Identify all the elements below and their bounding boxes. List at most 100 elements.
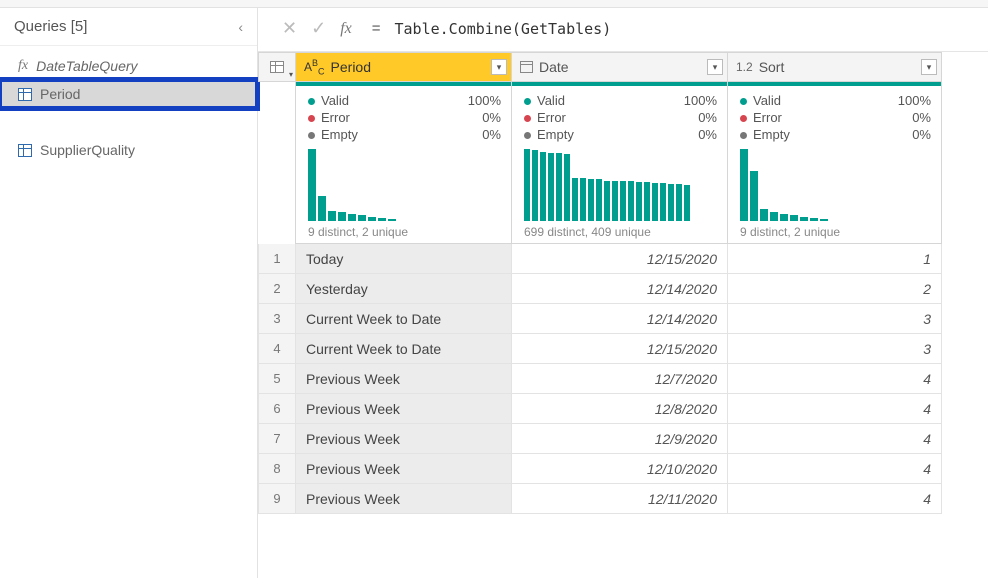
- column-name: Sort: [759, 59, 785, 75]
- cell-period[interactable]: Current Week to Date: [296, 334, 512, 364]
- cell-date[interactable]: 12/9/2020: [512, 424, 728, 454]
- cell-period[interactable]: Previous Week: [296, 484, 512, 514]
- row-number: 9: [258, 484, 296, 514]
- cell-sort[interactable]: 1: [728, 244, 942, 274]
- valid-label: Valid: [321, 93, 349, 108]
- column-profile-period: Valid100% Error0% Empty0% 9 distinct, 2 …: [296, 82, 512, 244]
- collapse-chevron-icon[interactable]: ‹: [238, 19, 243, 35]
- error-pct: 0%: [698, 110, 717, 125]
- cancel-formula-icon[interactable]: ✕: [282, 18, 297, 39]
- empty-label: Empty: [537, 127, 574, 142]
- cell-date[interactable]: 12/7/2020: [512, 364, 728, 394]
- queries-header[interactable]: Queries [5] ‹: [0, 8, 257, 46]
- column-header-sort[interactable]: 1.2 Sort ▾: [728, 52, 942, 82]
- query-list: fx DateTableQuery Period SupplierQuality: [0, 46, 257, 164]
- cell-date[interactable]: 12/11/2020: [512, 484, 728, 514]
- empty-pct: 0%: [482, 127, 501, 142]
- cell-sort[interactable]: 2: [728, 274, 942, 304]
- data-grid: ▾ ABC Period ▾ Date ▾ 1.2 Sort: [258, 52, 988, 514]
- type-date-icon: [520, 61, 533, 73]
- formula-input[interactable]: Table.Combine(GetTables): [395, 20, 612, 38]
- distribution-chart: [308, 149, 501, 221]
- formula-eq: =: [372, 20, 381, 37]
- valid-label: Valid: [753, 93, 781, 108]
- cell-period[interactable]: Current Week to Date: [296, 304, 512, 334]
- query-item-supplierquality[interactable]: SupplierQuality: [0, 136, 257, 164]
- cell-sort[interactable]: 4: [728, 424, 942, 454]
- cell-period[interactable]: Previous Week: [296, 424, 512, 454]
- cell-date[interactable]: 12/15/2020: [512, 244, 728, 274]
- cell-date[interactable]: 12/15/2020: [512, 334, 728, 364]
- table-icon: [18, 88, 32, 101]
- row-number: 2: [258, 274, 296, 304]
- cell-date[interactable]: 12/14/2020: [512, 274, 728, 304]
- formula-bar: ✕ ✓ fx = Table.Combine(GetTables): [258, 8, 988, 52]
- queries-pane: Queries [5] ‹ fx DateTableQuery Period S…: [0, 8, 258, 578]
- query-item-period[interactable]: Period: [0, 80, 257, 108]
- column-name: Period: [331, 59, 371, 75]
- filter-dropdown-icon[interactable]: ▾: [921, 59, 937, 75]
- cell-sort[interactable]: 4: [728, 454, 942, 484]
- distribution-chart: [740, 149, 931, 221]
- row-number: 5: [258, 364, 296, 394]
- cell-date[interactable]: 12/10/2020: [512, 454, 728, 484]
- column-profile-row: Valid 100% Error 0% Empty 0% 9 distinct, 2 …: [258, 82, 988, 244]
- column-profile-date: Valid100% Error0% Empty0% 699 distinct, …: [512, 82, 728, 244]
- valid-pct: 100%: [468, 93, 501, 108]
- table-icon: [270, 61, 284, 73]
- valid-pct: 100%: [684, 93, 717, 108]
- table-row[interactable]: 9Previous Week12/11/20204: [258, 484, 988, 514]
- column-header-date[interactable]: Date ▾: [512, 52, 728, 82]
- column-profile-sort: Valid100% Error0% Empty0% 9 distinct, 2 …: [728, 82, 942, 244]
- editor-pane: ✕ ✓ fx = Table.Combine(GetTables) ▾ ABC …: [258, 8, 988, 578]
- error-label: Error: [753, 110, 782, 125]
- query-label: Period: [40, 86, 80, 102]
- row-index-header[interactable]: ▾: [258, 52, 296, 82]
- ribbon-strip: [0, 0, 988, 8]
- cell-date[interactable]: 12/14/2020: [512, 304, 728, 334]
- row-number: 3: [258, 304, 296, 334]
- cell-period[interactable]: Yesterday: [296, 274, 512, 304]
- column-name: Date: [539, 59, 569, 75]
- row-number: 7: [258, 424, 296, 454]
- table-row[interactable]: 2Yesterday12/14/20202: [258, 274, 988, 304]
- empty-label: Empty: [753, 127, 790, 142]
- filter-dropdown-icon[interactable]: ▾: [707, 59, 723, 75]
- cell-sort[interactable]: 4: [728, 364, 942, 394]
- cell-period[interactable]: Previous Week: [296, 364, 512, 394]
- cell-period[interactable]: Previous Week: [296, 394, 512, 424]
- error-label: Error: [321, 110, 350, 125]
- cell-sort[interactable]: 4: [728, 394, 942, 424]
- distribution-chart: [524, 149, 717, 221]
- table-row[interactable]: 4Current Week to Date12/15/20203: [258, 334, 988, 364]
- empty-pct: 0%: [912, 127, 931, 142]
- cell-date[interactable]: 12/8/2020: [512, 394, 728, 424]
- chevron-down-icon: ▾: [289, 70, 293, 79]
- query-item-datetablequery[interactable]: fx DateTableQuery: [0, 52, 257, 80]
- query-label: DateTableQuery: [36, 58, 137, 74]
- cell-period[interactable]: Today: [296, 244, 512, 274]
- commit-formula-icon[interactable]: ✓: [311, 18, 326, 39]
- cell-sort[interactable]: 3: [728, 334, 942, 364]
- cell-period[interactable]: Previous Week: [296, 454, 512, 484]
- type-text-icon: ABC: [304, 58, 325, 76]
- filter-dropdown-icon[interactable]: ▾: [491, 59, 507, 75]
- error-pct: 0%: [482, 110, 501, 125]
- table-row[interactable]: 6Previous Week12/8/20204: [258, 394, 988, 424]
- queries-title: Queries [5]: [14, 18, 87, 35]
- table-icon: [18, 144, 32, 157]
- table-row[interactable]: 1Today12/15/20201: [258, 244, 988, 274]
- data-rows: 1Today12/15/202012Yesterday12/14/202023C…: [258, 244, 988, 514]
- table-row[interactable]: 8Previous Week12/10/20204: [258, 454, 988, 484]
- cell-sort[interactable]: 4: [728, 484, 942, 514]
- table-row[interactable]: 5Previous Week12/7/20204: [258, 364, 988, 394]
- distinct-summary: 9 distinct, 2 unique: [740, 225, 931, 239]
- cell-sort[interactable]: 3: [728, 304, 942, 334]
- table-row[interactable]: 3Current Week to Date12/14/20203: [258, 304, 988, 334]
- column-header-period[interactable]: ABC Period ▾: [296, 52, 512, 82]
- row-number: 1: [258, 244, 296, 274]
- query-label: SupplierQuality: [40, 142, 135, 158]
- fx-icon[interactable]: fx: [340, 20, 352, 38]
- fx-icon: fx: [18, 58, 28, 74]
- table-row[interactable]: 7Previous Week12/9/20204: [258, 424, 988, 454]
